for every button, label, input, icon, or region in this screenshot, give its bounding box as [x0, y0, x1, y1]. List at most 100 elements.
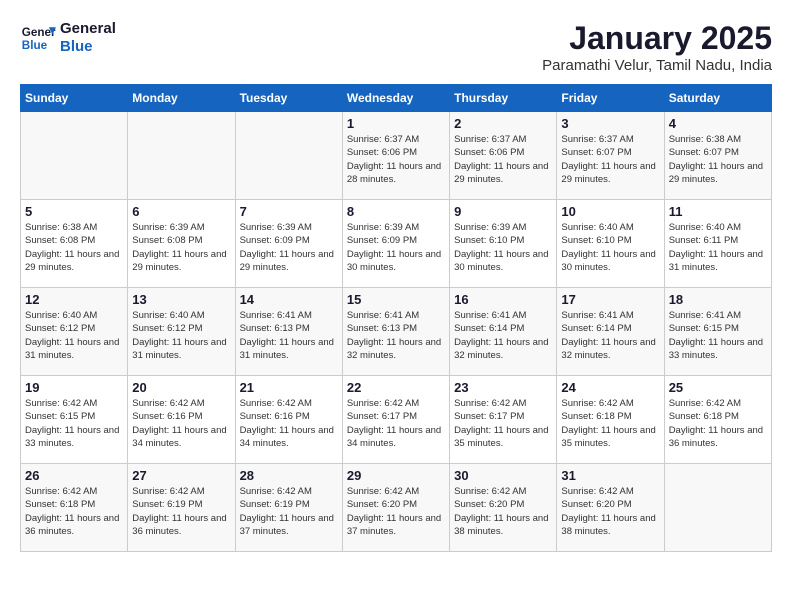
day-number: 4 [669, 116, 767, 131]
cell-detail: Sunrise: 6:42 AM Sunset: 6:16 PM Dayligh… [240, 397, 338, 450]
calendar-cell: 4 Sunrise: 6:38 AM Sunset: 6:07 PM Daylig… [664, 112, 771, 200]
svg-text:Blue: Blue [22, 39, 48, 52]
day-number: 2 [454, 116, 552, 131]
calendar-cell: 23Sunrise: 6:42 AM Sunset: 6:17 PM Dayli… [450, 376, 557, 464]
day-number: 12 [25, 292, 123, 307]
day-number: 11 [669, 204, 767, 219]
logo: General Blue General Blue [20, 20, 116, 56]
calendar-cell: 16 Sunrise: 6:41 AM Sunset: 6:14 PM Dayli… [450, 288, 557, 376]
weekday-header-row: SundayMondayTuesdayWednesdayThursdayFrid… [21, 85, 772, 112]
cell-detail: Sunrise: 6:40 AM Sunset: 6:12 PM Dayligh… [132, 309, 230, 362]
cell-detail: Sunrise: 6:40 AM Sunset: 6:10 PM Dayligh… [561, 221, 659, 274]
calendar-cell: 3 Sunrise: 6:37 AM Sunset: 6:07 PM Daylig… [557, 112, 664, 200]
calendar-cell: 27 Sunrise: 6:42 AM Sunset: 6:19 PM Dayli… [128, 464, 235, 552]
calendar-cell: 10 Sunrise: 6:40 AM Sunset: 6:10 PM Dayli… [557, 200, 664, 288]
day-number: 8 [347, 204, 445, 219]
cell-detail: Sunrise: 6:42 AM Sunset: 6:20 PM Dayligh… [454, 485, 552, 538]
day-number: 17 [561, 292, 659, 307]
day-number: 22 [347, 380, 445, 395]
calendar-cell: 22Sunrise: 6:42 AM Sunset: 6:17 PM Dayli… [342, 376, 449, 464]
weekday-header-tuesday: Tuesday [235, 85, 342, 112]
calendar-cell: 31 Sunrise: 6:42 AM Sunset: 6:20 PM Dayli… [557, 464, 664, 552]
cell-detail: Sunrise: 6:42 AM Sunset: 6:17 PM Dayligh… [454, 397, 552, 450]
calendar-cell: 18 Sunrise: 6:41 AM Sunset: 6:15 PM Dayli… [664, 288, 771, 376]
calendar-cell: 13 Sunrise: 6:40 AM Sunset: 6:12 PM Dayli… [128, 288, 235, 376]
cell-detail: Sunrise: 6:37 AM Sunset: 6:06 PM Dayligh… [347, 133, 445, 186]
cell-detail: Sunrise: 6:42 AM Sunset: 6:19 PM Dayligh… [240, 485, 338, 538]
cell-detail: Sunrise: 6:39 AM Sunset: 6:10 PM Dayligh… [454, 221, 552, 274]
calendar-cell: 17Sunrise: 6:41 AM Sunset: 6:14 PM Dayli… [557, 288, 664, 376]
cell-detail: Sunrise: 6:42 AM Sunset: 6:15 PM Dayligh… [25, 397, 123, 450]
day-number: 20 [132, 380, 230, 395]
cell-detail: Sunrise: 6:42 AM Sunset: 6:18 PM Dayligh… [25, 485, 123, 538]
calendar-week-row: 26 Sunrise: 6:42 AM Sunset: 6:18 PM Dayli… [21, 464, 772, 552]
cell-detail: Sunrise: 6:42 AM Sunset: 6:20 PM Dayligh… [561, 485, 659, 538]
calendar-cell: 19 Sunrise: 6:42 AM Sunset: 6:15 PM Dayli… [21, 376, 128, 464]
logo-blue-text: Blue [60, 38, 116, 56]
day-number: 19 [25, 380, 123, 395]
day-number: 13 [132, 292, 230, 307]
calendar-cell: 20 Sunrise: 6:42 AM Sunset: 6:16 PM Dayli… [128, 376, 235, 464]
cell-detail: Sunrise: 6:39 AM Sunset: 6:09 PM Dayligh… [240, 221, 338, 274]
calendar-cell: 26 Sunrise: 6:42 AM Sunset: 6:18 PM Dayli… [21, 464, 128, 552]
calendar-cell: 25 Sunrise: 6:42 AM Sunset: 6:18 PM Dayli… [664, 376, 771, 464]
day-number: 6 [132, 204, 230, 219]
day-number: 18 [669, 292, 767, 307]
title-block: January 2025 Paramathi Velur, Tamil Nadu… [542, 20, 772, 74]
calendar-cell: 11Sunrise: 6:40 AM Sunset: 6:11 PM Dayli… [664, 200, 771, 288]
cell-detail: Sunrise: 6:39 AM Sunset: 6:09 PM Dayligh… [347, 221, 445, 274]
cell-detail: Sunrise: 6:38 AM Sunset: 6:07 PM Dayligh… [669, 133, 767, 186]
weekday-header-monday: Monday [128, 85, 235, 112]
calendar-cell: 30 Sunrise: 6:42 AM Sunset: 6:20 PM Dayli… [450, 464, 557, 552]
cell-detail: Sunrise: 6:42 AM Sunset: 6:20 PM Dayligh… [347, 485, 445, 538]
calendar-cell: 14 Sunrise: 6:41 AM Sunset: 6:13 PM Dayli… [235, 288, 342, 376]
day-number: 10 [561, 204, 659, 219]
cell-detail: Sunrise: 6:37 AM Sunset: 6:07 PM Dayligh… [561, 133, 659, 186]
day-number: 31 [561, 468, 659, 483]
cell-detail: Sunrise: 6:42 AM Sunset: 6:18 PM Dayligh… [669, 397, 767, 450]
day-number: 30 [454, 468, 552, 483]
day-number: 1 [347, 116, 445, 131]
cell-detail: Sunrise: 6:41 AM Sunset: 6:14 PM Dayligh… [454, 309, 552, 362]
cell-detail: Sunrise: 6:42 AM Sunset: 6:16 PM Dayligh… [132, 397, 230, 450]
cell-detail: Sunrise: 6:41 AM Sunset: 6:15 PM Dayligh… [669, 309, 767, 362]
calendar-cell: 1 Sunrise: 6:37 AM Sunset: 6:06 PM Daylig… [342, 112, 449, 200]
calendar-cell: 7 Sunrise: 6:39 AM Sunset: 6:09 PM Daylig… [235, 200, 342, 288]
day-number: 24 [561, 380, 659, 395]
calendar-cell: 24 Sunrise: 6:42 AM Sunset: 6:18 PM Dayli… [557, 376, 664, 464]
calendar-cell: 9 Sunrise: 6:39 AM Sunset: 6:10 PM Daylig… [450, 200, 557, 288]
calendar-subtitle: Paramathi Velur, Tamil Nadu, India [542, 57, 772, 74]
calendar-week-row: 5Sunrise: 6:38 AM Sunset: 6:08 PM Daylig… [21, 200, 772, 288]
cell-detail: Sunrise: 6:37 AM Sunset: 6:06 PM Dayligh… [454, 133, 552, 186]
calendar-cell [664, 464, 771, 552]
weekday-header-wednesday: Wednesday [342, 85, 449, 112]
day-number: 21 [240, 380, 338, 395]
day-number: 3 [561, 116, 659, 131]
day-number: 16 [454, 292, 552, 307]
calendar-cell: 29 Sunrise: 6:42 AM Sunset: 6:20 PM Dayli… [342, 464, 449, 552]
cell-detail: Sunrise: 6:41 AM Sunset: 6:13 PM Dayligh… [240, 309, 338, 362]
calendar-cell: 28 Sunrise: 6:42 AM Sunset: 6:19 PM Dayli… [235, 464, 342, 552]
cell-detail: Sunrise: 6:39 AM Sunset: 6:08 PM Dayligh… [132, 221, 230, 274]
cell-detail: Sunrise: 6:42 AM Sunset: 6:18 PM Dayligh… [561, 397, 659, 450]
cell-detail: Sunrise: 6:40 AM Sunset: 6:12 PM Dayligh… [25, 309, 123, 362]
day-number: 26 [25, 468, 123, 483]
weekday-header-thursday: Thursday [450, 85, 557, 112]
day-number: 7 [240, 204, 338, 219]
day-number: 9 [454, 204, 552, 219]
calendar-cell [128, 112, 235, 200]
calendar-table: SundayMondayTuesdayWednesdayThursdayFrid… [20, 84, 772, 552]
day-number: 25 [669, 380, 767, 395]
calendar-week-row: 12 Sunrise: 6:40 AM Sunset: 6:12 PM Dayli… [21, 288, 772, 376]
cell-detail: Sunrise: 6:41 AM Sunset: 6:13 PM Dayligh… [347, 309, 445, 362]
day-number: 27 [132, 468, 230, 483]
calendar-cell: 2 Sunrise: 6:37 AM Sunset: 6:06 PM Daylig… [450, 112, 557, 200]
calendar-title: January 2025 [542, 20, 772, 57]
calendar-cell: 6 Sunrise: 6:39 AM Sunset: 6:08 PM Daylig… [128, 200, 235, 288]
day-number: 28 [240, 468, 338, 483]
weekday-header-friday: Friday [557, 85, 664, 112]
cell-detail: Sunrise: 6:42 AM Sunset: 6:19 PM Dayligh… [132, 485, 230, 538]
day-number: 14 [240, 292, 338, 307]
day-number: 5 [25, 204, 123, 219]
day-number: 29 [347, 468, 445, 483]
